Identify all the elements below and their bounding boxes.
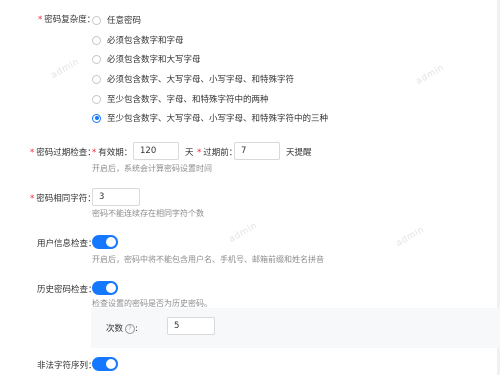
toggle-knob xyxy=(106,283,116,293)
radio-button[interactable] xyxy=(92,54,101,64)
complexity-label-text: 密码复杂度： xyxy=(44,15,96,25)
required-mark: * xyxy=(197,148,202,158)
required-mark: * xyxy=(30,194,35,204)
user-info-hint: 开启后，密码中将不能包含用户名、手机号、邮箱前缀和姓名拼音 xyxy=(92,255,324,264)
before-input[interactable]: 7 xyxy=(234,142,280,160)
watermark: admin xyxy=(394,224,427,250)
validity-label-text: 有效期： xyxy=(98,148,133,158)
complexity-option[interactable]: 至少包含数字、大写字母、小写字母、和特殊字符中的三种 xyxy=(92,111,328,125)
history-subpanel xyxy=(91,308,500,348)
watermark: admin xyxy=(49,56,82,82)
same-char-input[interactable]: 3 xyxy=(92,188,140,206)
user-info-label: 用户信息检查： xyxy=(37,239,97,249)
toggle-knob xyxy=(106,237,116,247)
validity-unit: 天 xyxy=(185,148,194,158)
same-char-label-text: 密码相同字符： xyxy=(36,194,96,204)
before-unit: 天提醒 xyxy=(286,148,312,158)
complexity-option-label: 至少包含数字、字母、和特殊字符中的两种 xyxy=(107,95,269,105)
history-count-input[interactable]: 5 xyxy=(167,317,215,335)
complexity-option-label: 必须包含数字和字母 xyxy=(107,36,184,46)
radio-button[interactable] xyxy=(92,74,101,84)
history-label: 历史密码检查： xyxy=(37,285,97,295)
required-mark: * xyxy=(30,148,35,158)
radio-button-selected[interactable] xyxy=(92,113,101,123)
same-char-hint: 密码不能连续存在相同字符个数 xyxy=(92,209,204,218)
expiry-hint: 开启后，系统会计算密码设置时间 xyxy=(92,164,212,173)
required-mark: * xyxy=(92,148,97,158)
user-info-toggle[interactable] xyxy=(92,235,118,249)
complexity-option[interactable]: 必须包含数字和字母 xyxy=(92,33,184,47)
radio-button[interactable] xyxy=(92,94,101,104)
same-char-label: * 密码相同字符： xyxy=(30,192,96,204)
toggle-knob xyxy=(106,359,116,369)
watermark: admin xyxy=(414,62,447,88)
radio-button[interactable] xyxy=(92,15,101,25)
validity-label: * 有效期： xyxy=(92,146,132,158)
complexity-option-label: 任意密码 xyxy=(107,16,142,26)
history-count-label: 次数?: xyxy=(106,323,138,334)
complexity-option-label: 必须包含数字和大写字母 xyxy=(107,55,201,65)
complexity-option[interactable]: 必须包含数字、大写字母、小写字母、和特殊字符 xyxy=(92,72,294,86)
complexity-option[interactable]: 任意密码 xyxy=(92,13,141,27)
history-count-label-text: 次数 xyxy=(106,324,124,334)
complexity-option[interactable]: 至少包含数字、字母、和特殊字符中的两种 xyxy=(92,92,269,106)
expiry-label-text: 密码过期检查： xyxy=(36,148,96,158)
history-toggle[interactable] xyxy=(92,281,118,295)
before-label: * 过期前： xyxy=(197,146,237,158)
illegal-seq-label: 非法字符序列： xyxy=(37,361,97,371)
complexity-option-label: 必须包含数字、大写字母、小写字母、和特殊字符 xyxy=(107,75,295,85)
complexity-label: * 密码复杂度： xyxy=(38,13,95,25)
watermark: admin xyxy=(227,220,260,246)
required-mark: * xyxy=(38,15,43,25)
before-label-text: 过期前： xyxy=(203,148,238,158)
radio-button[interactable] xyxy=(92,35,101,45)
complexity-option-label: 至少包含数字、大写字母、小写字母、和特殊字符中的三种 xyxy=(107,114,329,124)
complexity-option[interactable]: 必须包含数字和大写字母 xyxy=(92,52,201,66)
help-icon[interactable]: ? xyxy=(125,323,136,334)
illegal-seq-toggle[interactable] xyxy=(92,357,118,371)
validity-input[interactable]: 120 xyxy=(133,142,179,160)
expiry-label: * 密码过期检查： xyxy=(30,146,96,158)
